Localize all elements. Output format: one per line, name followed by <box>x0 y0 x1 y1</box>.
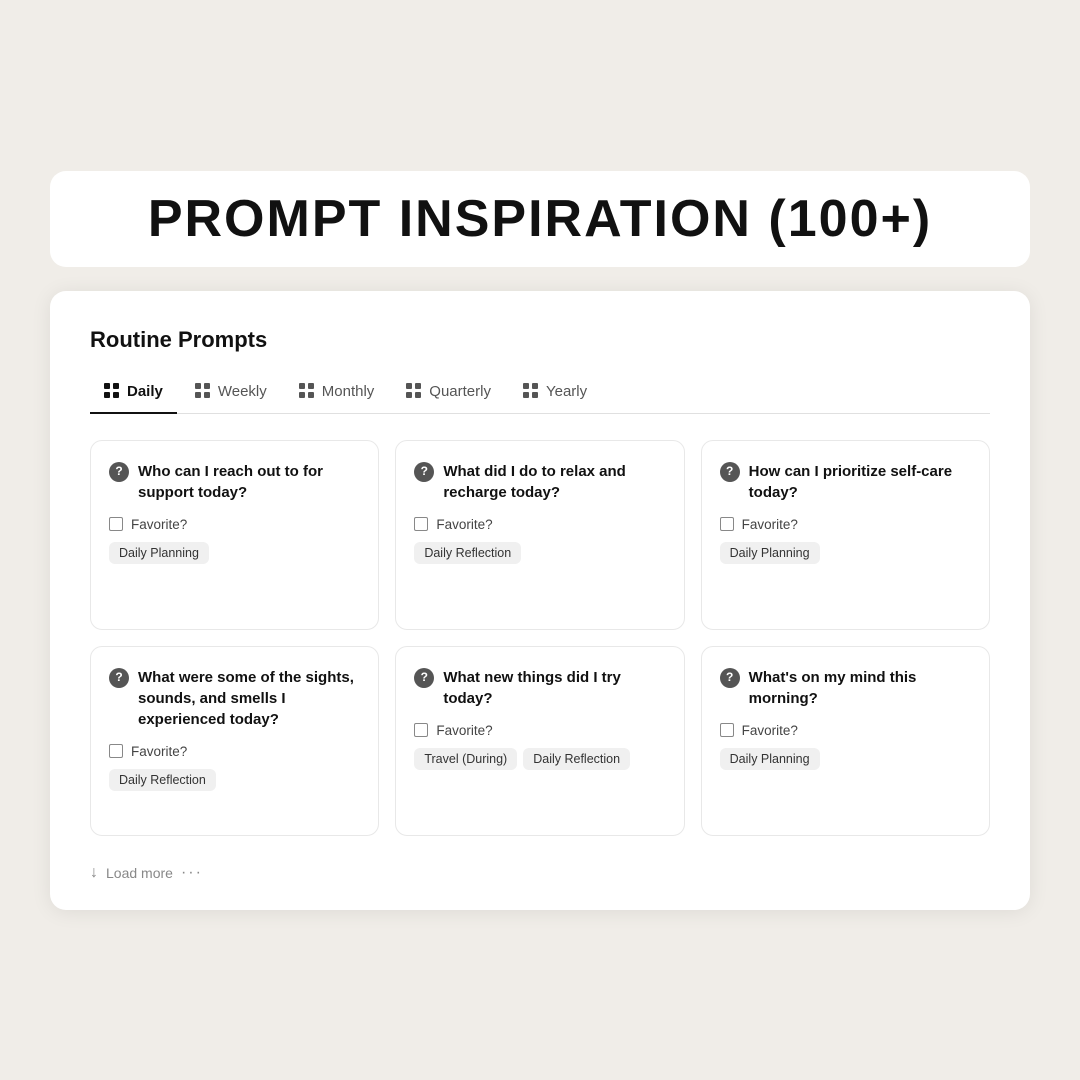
favorite-label-0: Favorite? <box>131 517 187 532</box>
tab-yearly[interactable]: Yearly <box>509 375 601 414</box>
favorite-checkbox-4[interactable] <box>414 723 428 737</box>
title-bar: PROMPT INSPIRATION (100+) <box>50 171 1030 267</box>
tab-quarterly-icon <box>406 383 422 399</box>
question-text-5: What's on my mind this morning? <box>749 667 971 709</box>
card-body-1: Favorite? Daily Reflection <box>414 517 665 564</box>
tab-weekly-label: Weekly <box>218 383 267 400</box>
question-text-4: What new things did I try today? <box>443 667 665 709</box>
question-icon-5: ? <box>720 668 740 688</box>
main-title: PROMPT INSPIRATION (100+) <box>90 189 990 249</box>
tag-2-0[interactable]: Daily Planning <box>720 542 820 564</box>
question-icon-0: ? <box>109 462 129 482</box>
card-question-4: ? What new things did I try today? <box>414 667 665 709</box>
panel-title: Routine Prompts <box>90 327 990 353</box>
main-panel: Routine Prompts Daily Weekly Monthly <box>50 291 1030 910</box>
favorite-label-1: Favorite? <box>436 517 492 532</box>
tags-3: Daily Reflection <box>109 769 360 791</box>
tabs-bar: Daily Weekly Monthly Quarterly <box>90 375 990 414</box>
cards-grid: ? Who can I reach out to for support toda… <box>90 440 990 836</box>
tags-1: Daily Reflection <box>414 542 665 564</box>
favorite-row-5[interactable]: Favorite? <box>720 723 971 738</box>
tab-quarterly-label: Quarterly <box>429 383 491 400</box>
tag-4-0[interactable]: Travel (During) <box>414 748 517 770</box>
favorite-checkbox-3[interactable] <box>109 744 123 758</box>
card-question-3: ? What were some of the sights, sounds, a… <box>109 667 360 730</box>
favorite-row-1[interactable]: Favorite? <box>414 517 665 532</box>
favorite-row-3[interactable]: Favorite? <box>109 744 360 759</box>
tag-1-0[interactable]: Daily Reflection <box>414 542 521 564</box>
question-icon-3: ? <box>109 668 129 688</box>
tags-5: Daily Planning <box>720 748 971 770</box>
favorite-row-0[interactable]: Favorite? <box>109 517 360 532</box>
tab-weekly[interactable]: Weekly <box>181 375 281 414</box>
question-icon-4: ? <box>414 668 434 688</box>
question-text-3: What were some of the sights, sounds, an… <box>138 667 360 730</box>
card-body-5: Favorite? Daily Planning <box>720 723 971 770</box>
tab-monthly-label: Monthly <box>322 383 375 400</box>
favorite-row-4[interactable]: Favorite? <box>414 723 665 738</box>
tab-monthly-icon <box>299 383 315 399</box>
card-body-4: Favorite? Travel (During) Daily Reflection <box>414 723 665 770</box>
card-5: ? What's on my mind this morning? Favorite… <box>701 646 990 836</box>
card-body-2: Favorite? Daily Planning <box>720 517 971 564</box>
card-question-2: ? How can I prioritize self-care today? <box>720 461 971 503</box>
tab-yearly-icon <box>523 383 539 399</box>
question-text-2: How can I prioritize self-care today? <box>749 461 971 503</box>
card-4: ? What new things did I try today? Favorit… <box>395 646 684 836</box>
tags-4: Travel (During) Daily Reflection <box>414 748 665 770</box>
favorite-label-4: Favorite? <box>436 723 492 738</box>
tab-daily-label: Daily <box>127 383 163 400</box>
favorite-label-5: Favorite? <box>742 723 798 738</box>
card-3: ? What were some of the sights, sounds, a… <box>90 646 379 836</box>
tab-quarterly[interactable]: Quarterly <box>392 375 505 414</box>
question-icon-2: ? <box>720 462 740 482</box>
question-icon-1: ? <box>414 462 434 482</box>
tab-yearly-label: Yearly <box>546 383 587 400</box>
load-more-dots: ··· <box>181 864 203 882</box>
card-2: ? How can I prioritize self-care today? Fa… <box>701 440 990 630</box>
tab-weekly-icon <box>195 383 211 399</box>
favorite-label-3: Favorite? <box>131 744 187 759</box>
tags-0: Daily Planning <box>109 542 360 564</box>
card-0: ? Who can I reach out to for support toda… <box>90 440 379 630</box>
tab-daily[interactable]: Daily <box>90 375 177 414</box>
card-body-0: Favorite? Daily Planning <box>109 517 360 564</box>
tag-4-1[interactable]: Daily Reflection <box>523 748 630 770</box>
load-more-arrow-icon: ↓ <box>90 864 98 882</box>
card-question-5: ? What's on my mind this morning? <box>720 667 971 709</box>
load-more-label: Load more <box>106 865 173 881</box>
tag-0-0[interactable]: Daily Planning <box>109 542 209 564</box>
favorite-label-2: Favorite? <box>742 517 798 532</box>
card-question-0: ? Who can I reach out to for support toda… <box>109 461 360 503</box>
favorite-checkbox-2[interactable] <box>720 517 734 531</box>
favorite-checkbox-5[interactable] <box>720 723 734 737</box>
favorite-checkbox-0[interactable] <box>109 517 123 531</box>
question-text-0: Who can I reach out to for support today… <box>138 461 360 503</box>
question-text-1: What did I do to relax and recharge toda… <box>443 461 665 503</box>
tab-monthly[interactable]: Monthly <box>285 375 389 414</box>
card-body-3: Favorite? Daily Reflection <box>109 744 360 791</box>
tag-5-0[interactable]: Daily Planning <box>720 748 820 770</box>
favorite-checkbox-1[interactable] <box>414 517 428 531</box>
outer-wrapper: PROMPT INSPIRATION (100+) Routine Prompt… <box>50 171 1030 910</box>
tag-3-0[interactable]: Daily Reflection <box>109 769 216 791</box>
card-1: ? What did I do to relax and recharge tod… <box>395 440 684 630</box>
card-question-1: ? What did I do to relax and recharge tod… <box>414 461 665 503</box>
favorite-row-2[interactable]: Favorite? <box>720 517 971 532</box>
tab-daily-icon <box>104 383 120 399</box>
tags-2: Daily Planning <box>720 542 971 564</box>
load-more-button[interactable]: ↓ Load more ··· <box>90 860 990 882</box>
